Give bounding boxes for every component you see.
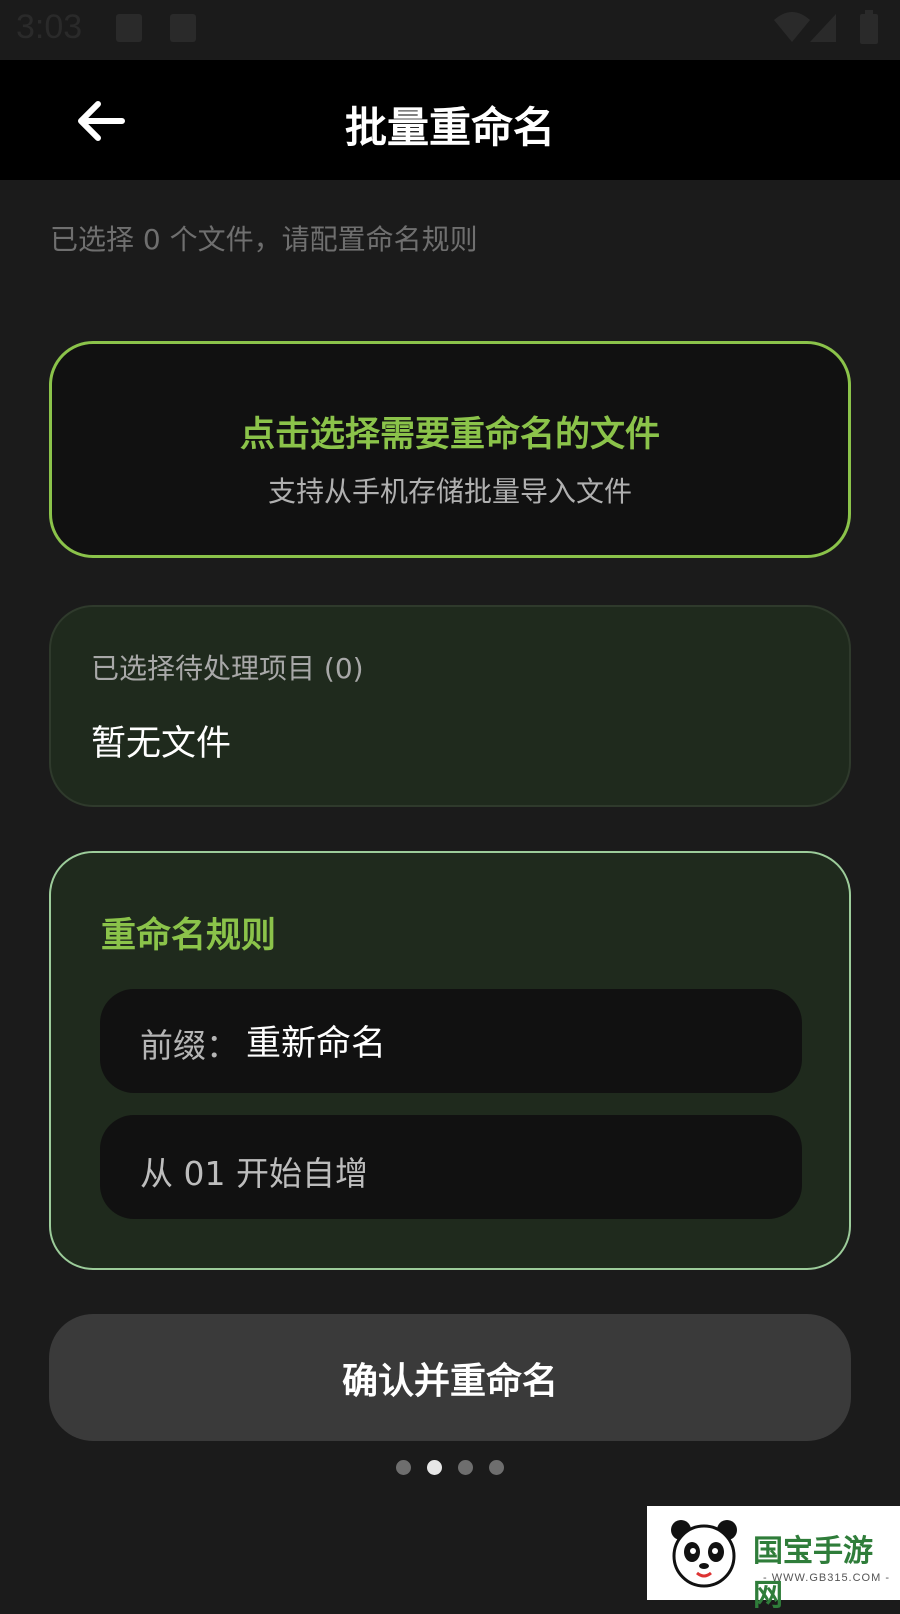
sequence-text: 从 01 开始自增 xyxy=(140,1154,368,1193)
prefix-input[interactable] xyxy=(246,1015,766,1065)
pick-files-card[interactable]: 点击选择需要重命名的文件 支持从手机存储批量导入文件 xyxy=(49,341,851,558)
rename-rules-card: 重命名规则 前缀： 从 01 开始自增 xyxy=(49,851,851,1270)
status-time: 3:03 xyxy=(16,8,83,46)
page-title: 批量重命名 xyxy=(344,103,555,152)
pick-files-subtitle: 支持从手机存储批量导入文件 xyxy=(267,475,632,508)
page-dot xyxy=(396,1460,411,1475)
pick-files-title: 点击选择需要重命名的文件 xyxy=(239,415,660,455)
confirm-rename-button[interactable]: 确认并重命名 xyxy=(49,1314,851,1441)
empty-files-text: 暂无文件 xyxy=(91,724,232,764)
sequence-option[interactable]: 从 01 开始自增 xyxy=(100,1115,802,1219)
battery-icon xyxy=(860,10,878,44)
image-icon xyxy=(116,14,142,42)
prefix-label: 前缀： xyxy=(140,1026,239,1065)
confirm-rename-label: 确认并重命名 xyxy=(341,1360,558,1401)
wifi-icon xyxy=(774,12,810,42)
watermark: 国宝手游网 - WWW.GB315.COM - xyxy=(647,1506,900,1613)
watermark-url: - WWW.GB315.COM - xyxy=(763,1572,890,1584)
a-icon xyxy=(170,14,196,42)
app-bar: 批量重命名 xyxy=(0,60,900,180)
page-dot xyxy=(458,1460,473,1475)
panda-logo-icon xyxy=(671,1520,737,1588)
selection-hint: 已选择 0 个文件，请配置命名规则 xyxy=(50,223,478,256)
status-bar: 3:03 xyxy=(0,0,900,60)
prefix-field[interactable]: 前缀： xyxy=(100,989,802,1093)
watermark-text: 国宝手游网 xyxy=(753,1534,873,1613)
signal-icon xyxy=(810,14,836,42)
selected-items-card: 已选择待处理项目 (0) 暂无文件 xyxy=(49,605,851,807)
selected-items-label: 已选择待处理项目 (0) xyxy=(91,652,364,685)
rules-title: 重命名规则 xyxy=(101,916,277,956)
page-dot-active xyxy=(427,1460,442,1475)
page-indicator xyxy=(396,1460,516,1476)
page-dot xyxy=(489,1460,504,1475)
